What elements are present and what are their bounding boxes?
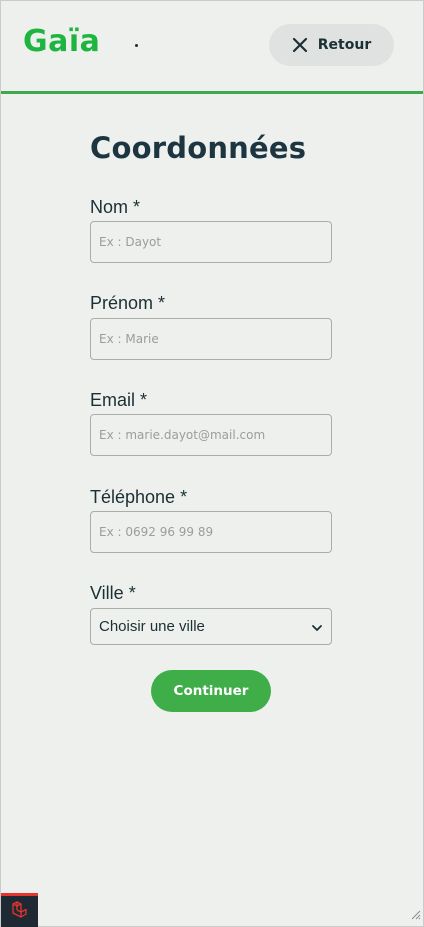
gaia-logo[interactable]: Gaïa (23, 27, 100, 57)
back-button-label: Retour (317, 37, 372, 53)
email-input[interactable] (90, 414, 332, 456)
back-button[interactable]: Retour (269, 24, 394, 66)
laravel-debug-badge[interactable] (1, 893, 38, 927)
ville-select-value: Choisir une ville (99, 618, 205, 635)
page-title: Coordonnées (90, 131, 307, 165)
laravel-logo-icon (10, 900, 30, 924)
prenom-input[interactable] (90, 318, 332, 360)
ville-label: Ville * (90, 583, 136, 603)
continue-button[interactable]: Continuer (151, 670, 271, 712)
nom-label: Nom * (90, 197, 141, 217)
page-header: Gaïa Retour (1, 1, 423, 94)
chevron-down-icon (311, 617, 323, 636)
separator-dot (135, 44, 138, 47)
nom-input[interactable] (90, 221, 332, 263)
resize-grip-icon[interactable] (409, 905, 421, 924)
email-label: Email * (90, 390, 148, 410)
ville-select[interactable]: Choisir une ville (90, 608, 332, 645)
prenom-label: Prénom * (90, 293, 166, 313)
close-icon (292, 37, 308, 53)
telephone-input[interactable] (90, 511, 332, 553)
telephone-label: Téléphone * (90, 487, 188, 507)
